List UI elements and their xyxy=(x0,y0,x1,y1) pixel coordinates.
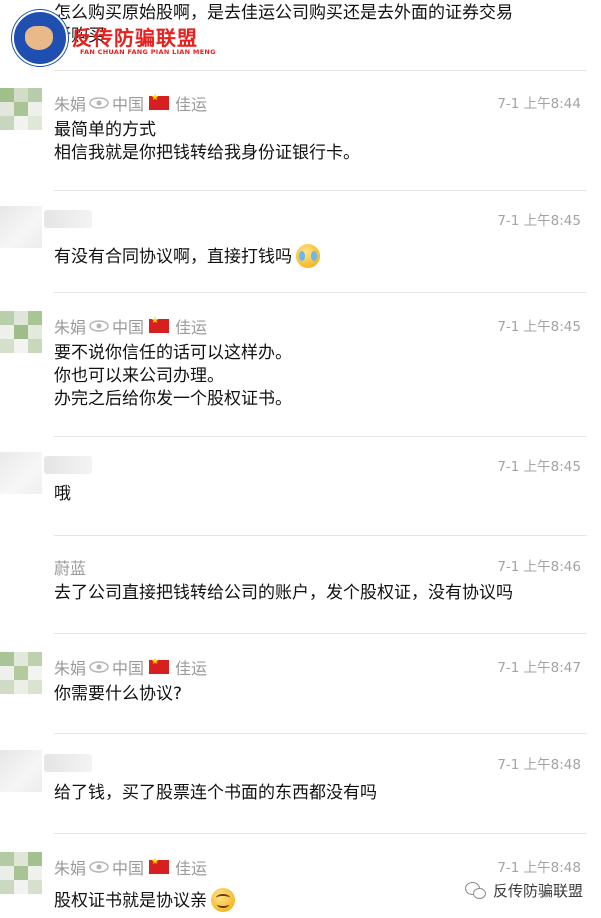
divider xyxy=(54,833,587,834)
eye-icon xyxy=(89,861,109,873)
message-text: 股权证书就是协议亲 xyxy=(54,888,235,913)
china-flag-icon xyxy=(149,93,170,110)
avatar[interactable] xyxy=(0,452,42,494)
message-time: 7-1 上午8:45 xyxy=(497,213,581,229)
message-text: 要不说你信任的话可以这样办。 你也可以来公司办理。 办完之后给你发一个股权证书。 xyxy=(54,343,292,409)
sender-line: 朱娟 中国 佳运 xyxy=(54,855,207,879)
divider xyxy=(54,292,587,293)
message-text: 去了公司直接把钱转给公司的账户，发个股权证，没有协议吗 xyxy=(54,583,513,603)
watermark-bottom: 反传防骗联盟 xyxy=(464,880,583,901)
message-text: 哦 xyxy=(54,484,71,504)
watermark-logo: 反传防骗联盟 FAN CHUAN FANG PIAN LIAN MENG xyxy=(12,10,222,66)
message-text-content: 有没有合同协议啊，直接打钱吗 xyxy=(54,247,292,267)
avatar[interactable] xyxy=(0,852,42,894)
eye-icon xyxy=(89,661,109,673)
message-text-content: 股权证书就是协议亲 xyxy=(54,891,207,911)
sender-region: 中国 xyxy=(112,859,145,878)
sender-company: 佳运 xyxy=(175,318,208,337)
divider xyxy=(54,633,587,634)
sender-name[interactable]: 朱娟 xyxy=(54,855,86,879)
watermark-subtitle: FAN CHUAN FANG PIAN LIAN MENG xyxy=(80,48,216,56)
sender-company: 佳运 xyxy=(175,859,208,878)
sender-name-blurred xyxy=(44,456,92,474)
avatar[interactable] xyxy=(0,88,42,130)
sender-line: 朱娟 中国 佳运 xyxy=(54,91,207,115)
sender-line: 朱娟 中国 佳运 xyxy=(54,314,207,338)
message-time: 7-1 上午8:45 xyxy=(497,459,581,475)
eye-icon xyxy=(89,320,109,332)
sender-name[interactable]: 朱娟 xyxy=(54,314,86,338)
sender-name[interactable]: 蔚蓝 xyxy=(54,555,86,579)
message-time: 7-1 上午8:45 xyxy=(497,319,581,335)
message-time: 7-1 上午8:46 xyxy=(497,559,581,575)
eye-icon xyxy=(89,97,109,109)
avatar[interactable] xyxy=(0,652,42,694)
avatar[interactable] xyxy=(0,311,42,353)
watermark-bottom-label: 反传防骗联盟 xyxy=(492,882,583,900)
message-text: 给了钱，买了股票连个书面的东西都没有吗 xyxy=(54,783,377,803)
divider xyxy=(54,436,587,437)
wechat-icon xyxy=(464,881,487,900)
sender-region: 中国 xyxy=(112,318,145,337)
alliance-seal-icon xyxy=(12,10,68,66)
message-text: 最简单的方式 相信我就是你把钱转给我身份证银行卡。 xyxy=(54,120,360,163)
sender-line: 蔚蓝 xyxy=(54,555,86,579)
china-flag-icon xyxy=(149,657,170,674)
sender-name-blurred xyxy=(44,754,92,772)
watermark-title: 反传防骗联盟 xyxy=(72,26,198,50)
sender-region: 中国 xyxy=(112,659,145,678)
sender-name[interactable]: 朱娟 xyxy=(54,655,86,679)
sender-name-blurred xyxy=(44,210,92,228)
message-time: 7-1 上午8:44 xyxy=(497,96,581,112)
sender-company: 佳运 xyxy=(175,95,208,114)
avatar[interactable] xyxy=(0,750,42,792)
message-time: 7-1 上午8:47 xyxy=(497,660,581,676)
message-text: 有没有合同协议啊，直接打钱吗 xyxy=(54,244,320,269)
divider xyxy=(54,190,587,191)
china-flag-icon xyxy=(149,857,170,874)
sender-company: 佳运 xyxy=(175,659,208,678)
divider xyxy=(54,733,587,734)
china-flag-icon xyxy=(149,316,170,333)
message-text: 你需要什么协议? xyxy=(54,684,183,704)
sender-region: 中国 xyxy=(112,95,145,114)
avatar[interactable] xyxy=(0,206,42,248)
divider xyxy=(54,70,587,71)
sender-line: 朱娟 中国 佳运 xyxy=(54,655,207,679)
message-time: 7-1 上午8:48 xyxy=(497,757,581,773)
divider xyxy=(54,535,587,536)
message-time: 7-1 上午8:48 xyxy=(497,860,581,876)
smiling-face-icon xyxy=(211,888,235,912)
crying-face-icon xyxy=(296,244,320,268)
sender-name[interactable]: 朱娟 xyxy=(54,91,86,115)
